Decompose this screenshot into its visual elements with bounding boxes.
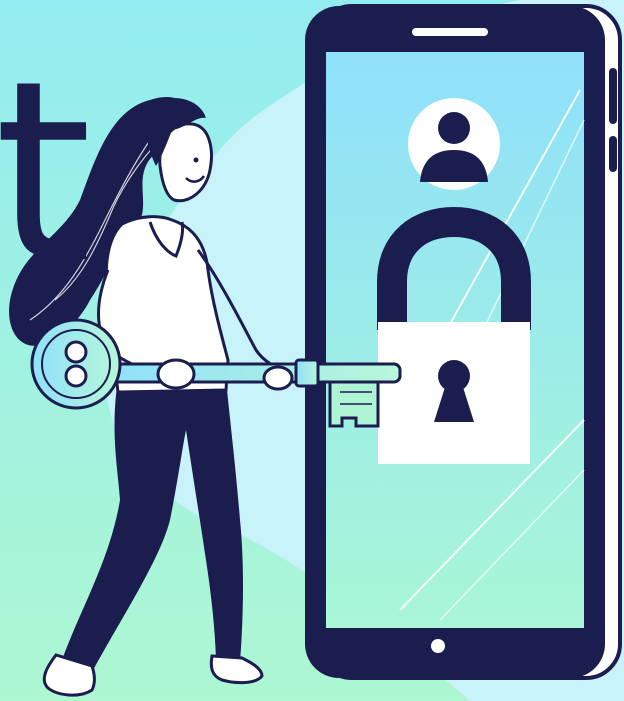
woman-hand-right [262,365,294,391]
woman-hand-left [156,358,196,390]
headline-fragment: t [0,27,92,318]
user-avatar-icon [408,98,500,190]
phone-home-button [431,639,445,653]
phone-side-button [609,68,617,124]
phone-speaker [412,28,488,36]
security-illustration [0,0,624,701]
phone-side-button-2 [609,136,617,172]
